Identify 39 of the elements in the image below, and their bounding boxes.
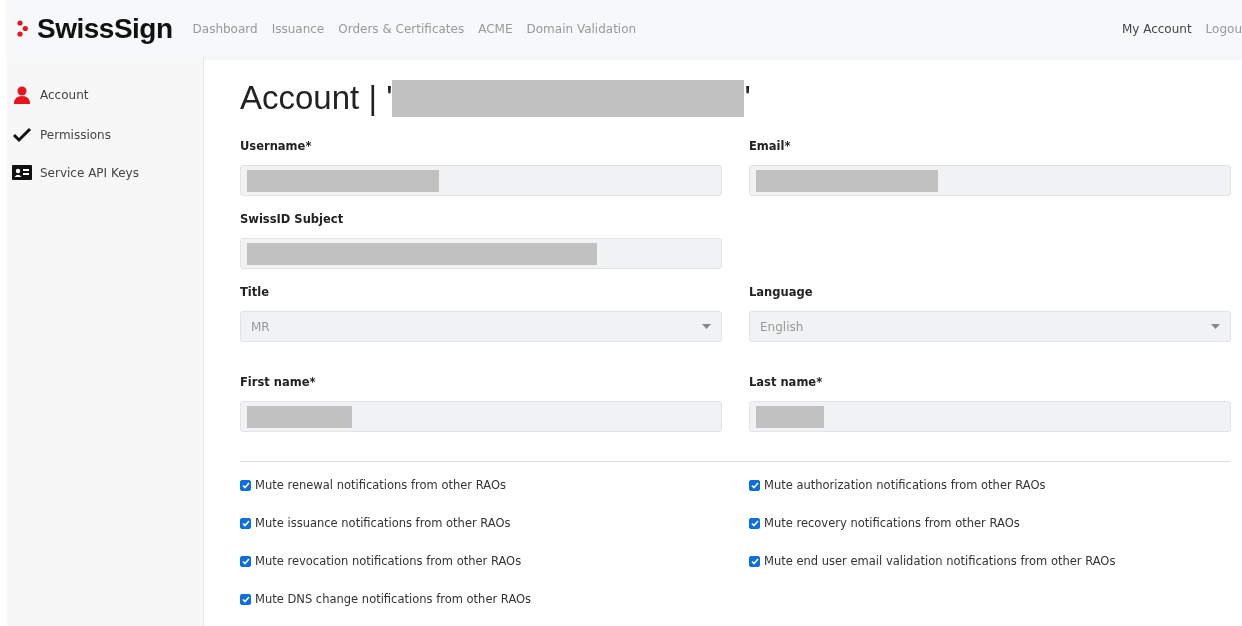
input-field[interactable]: [240, 165, 722, 196]
input-field[interactable]: [240, 401, 722, 432]
page-title: Account | ': [240, 79, 393, 117]
field-label: First name*: [240, 375, 317, 391]
dropdown-caret-icon: [702, 324, 711, 329]
checkbox[interactable]: [749, 517, 760, 529]
field-label: Email*: [749, 139, 792, 155]
input-field[interactable]: [749, 401, 1231, 432]
checkbox-option[interactable]: Mute revocation notifications from other RAOs: [240, 554, 749, 568]
checkbox[interactable]: [240, 479, 251, 491]
id-card-icon: [12, 165, 32, 180]
checkbox-option[interactable]: Mute issuance notifications from other RAOs: [240, 516, 749, 530]
checkmark-icon: [12, 127, 32, 143]
input-field[interactable]: [749, 165, 1231, 196]
sidebar-item[interactable]: Service API Keys: [7, 165, 203, 180]
field-label: Last name*: [749, 375, 824, 391]
nav-link[interactable]: My Account: [1121, 21, 1192, 36]
sidebar-item[interactable]: Account: [7, 85, 203, 105]
checkbox[interactable]: [240, 593, 251, 605]
field-label: Username*: [240, 139, 313, 155]
sidebar-item[interactable]: Permissions: [7, 127, 203, 143]
field-label: SwissID Subject: [240, 212, 345, 228]
checkbox[interactable]: [749, 479, 760, 491]
field-label: Language: [749, 285, 814, 301]
dropdown-caret-icon: [1211, 324, 1220, 329]
logo-dots-icon: [17, 20, 28, 37]
checkbox-option[interactable]: Mute end user email validation notifications from other RAOs: [749, 554, 1229, 568]
input-field[interactable]: [240, 238, 722, 269]
checkbox-option[interactable]: Mute recovery notifications from other RAOs: [749, 516, 1229, 530]
field-label: Title: [240, 285, 271, 301]
checkbox-option[interactable]: Mute authorization notifications from other RAOs: [749, 478, 1229, 492]
title-quote: ': [744, 79, 751, 117]
checkbox-option[interactable]: Mute DNS change notifications from other RAOs: [240, 592, 749, 606]
checkbox-option[interactable]: Mute renewal notifications from other RAOs: [240, 478, 749, 492]
person-icon: [12, 85, 32, 105]
checkbox[interactable]: [749, 555, 760, 567]
checkbox[interactable]: [240, 555, 251, 567]
brand-logo-text[interactable]: SwissSign: [37, 12, 173, 45]
checkbox[interactable]: [240, 517, 251, 529]
